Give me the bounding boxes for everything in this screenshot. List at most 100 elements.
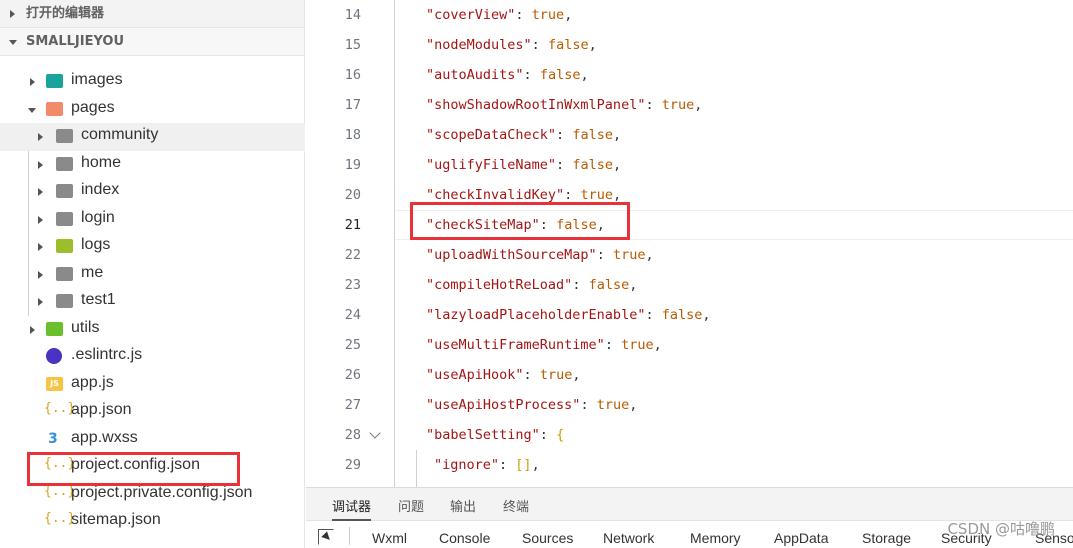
punctuation: ,	[694, 97, 703, 113]
code-line: "uploadWithSourceMap": true,	[426, 240, 654, 270]
tab-memory[interactable]: Memory	[690, 530, 741, 546]
tree-item-label: app.wxss	[71, 428, 138, 446]
code-line: "useApiHostProcess": true,	[426, 390, 637, 420]
chevron-down-icon	[28, 107, 36, 113]
code-editor[interactable]: 14 15 16 17 18 19 20 21 22 23 24 25 26 27 28 29 "coverV…	[306, 0, 1073, 487]
line-number: 29	[344, 457, 361, 473]
line-number: 25	[344, 337, 361, 353]
tab-storage[interactable]: Storage	[862, 530, 911, 546]
tree-item-eslintrc[interactable]: .eslintrc.js	[0, 343, 305, 371]
tree-item-label: app.json	[71, 401, 132, 418]
tree-item-sitemap-json[interactable]: {..} sitemap.json	[0, 508, 305, 536]
json-value: true	[612, 247, 646, 263]
chevron-right-icon	[38, 133, 43, 141]
chevron-right-icon	[38, 270, 43, 279]
folder-icon	[56, 294, 73, 308]
tab-wxml[interactable]: Wxml	[372, 530, 407, 546]
open-editors-header[interactable]: 打开的编辑器	[0, 0, 304, 28]
json-value: true	[539, 367, 573, 383]
tree-item-index[interactable]: index	[0, 178, 305, 206]
line-number: 23	[344, 277, 361, 293]
code-line: "uglifyFileName": false,	[426, 150, 621, 180]
tab-appdata[interactable]: AppData	[774, 530, 828, 546]
tab-console[interactable]: Console	[439, 530, 490, 546]
punctuation: ,	[629, 397, 638, 413]
colon: :	[645, 307, 662, 323]
tab-debugger[interactable]: 调试器	[332, 496, 372, 521]
tree-item-label: login	[81, 208, 115, 226]
tree-item-label: index	[81, 181, 120, 198]
tab-output[interactable]: 输出	[450, 496, 476, 515]
tree-item-label: project.private.config.json	[71, 483, 253, 501]
json-value: false	[588, 277, 630, 293]
json-key: "compileHotReLoad"	[426, 277, 573, 293]
chevron-right-icon	[38, 188, 43, 196]
line-number: 27	[344, 397, 361, 413]
tree-item-app-js[interactable]: JS app.js	[0, 371, 305, 399]
tree-item-label: logs	[81, 236, 111, 253]
colon: :	[523, 67, 540, 83]
tree-item-test1[interactable]: test1	[0, 288, 305, 316]
punctuation: ,	[645, 247, 654, 263]
tree-item-app-wxss[interactable]: 3 app.wxss	[0, 426, 305, 454]
tree-item-label: sitemap.json	[71, 511, 161, 528]
json-key: "scopeDataCheck"	[426, 127, 557, 143]
punctuation: ,	[580, 67, 589, 83]
eslint-icon	[46, 348, 62, 364]
css-file-icon: 3	[48, 430, 58, 447]
chevron-right-icon	[10, 10, 15, 18]
tree-item-utils[interactable]: utils	[0, 316, 305, 344]
colon: :	[564, 187, 581, 203]
json-key: "useMultiFrameRuntime"	[426, 337, 605, 353]
code-line: "scopeDataCheck": false,	[426, 120, 621, 150]
tab-sources[interactable]: Sources	[522, 530, 573, 546]
json-file-icon: {..}	[44, 483, 76, 499]
json-key: "babelSetting"	[426, 427, 540, 443]
line-number: 15	[344, 37, 361, 53]
tab-terminal[interactable]: 终端	[503, 496, 529, 515]
tab-problems[interactable]: 问题	[398, 496, 424, 515]
chevron-right-icon	[30, 325, 35, 334]
code-line: "coverView": true,	[426, 0, 572, 30]
tree-item-label: app.js	[71, 373, 114, 391]
tree-item-app-json[interactable]: {..} app.json	[0, 398, 305, 426]
line-number: 24	[344, 307, 361, 323]
tab-network[interactable]: Network	[603, 530, 654, 546]
chevron-right-icon	[38, 160, 43, 169]
js-file-icon: JS	[46, 376, 63, 391]
code-line: "autoAudits": false,	[426, 60, 589, 90]
tree-item-label: home	[81, 153, 122, 171]
punctuation: ,	[629, 277, 638, 293]
punctuation: ,	[702, 307, 711, 323]
tree-item-images[interactable]: images	[0, 68, 305, 96]
project-header[interactable]: SMALLJIEYOU	[0, 28, 304, 56]
project-label: SMALLJIEYOU	[26, 34, 125, 49]
tree-item-logs[interactable]: logs	[0, 233, 305, 261]
colon: :	[580, 397, 597, 413]
tree-item-me[interactable]: me	[0, 261, 305, 289]
line-number: 21	[344, 217, 361, 233]
colon: :	[556, 157, 573, 173]
punctuation: ,	[588, 37, 597, 53]
inspect-element-icon[interactable]	[318, 529, 334, 545]
highlight-box-file	[27, 452, 240, 486]
tree-item-pages[interactable]: pages	[0, 96, 305, 124]
line-number: 26	[344, 367, 361, 383]
tree-item-community[interactable]: community	[0, 123, 305, 151]
json-value: true	[531, 7, 565, 23]
code-line: "compileHotReLoad": false,	[426, 270, 637, 300]
colon: :	[499, 457, 516, 473]
json-key: "uglifyFileName"	[426, 157, 557, 173]
chevron-right-icon	[38, 243, 43, 251]
folder-logs-icon	[56, 239, 73, 253]
json-key: "nodeModules"	[426, 37, 532, 53]
json-key: "useApiHostProcess"	[426, 397, 581, 413]
tree-item-login[interactable]: login	[0, 206, 305, 234]
code-line: "lazyloadPlaceholderEnable": false,	[426, 300, 711, 330]
open-editors-label: 打开的编辑器	[26, 6, 105, 21]
fold-chevron-icon[interactable]	[369, 427, 381, 439]
folder-pages-icon	[46, 101, 63, 116]
tree-item-home[interactable]: home	[0, 151, 305, 179]
line-number: 28	[344, 427, 361, 443]
colon: :	[556, 127, 573, 143]
